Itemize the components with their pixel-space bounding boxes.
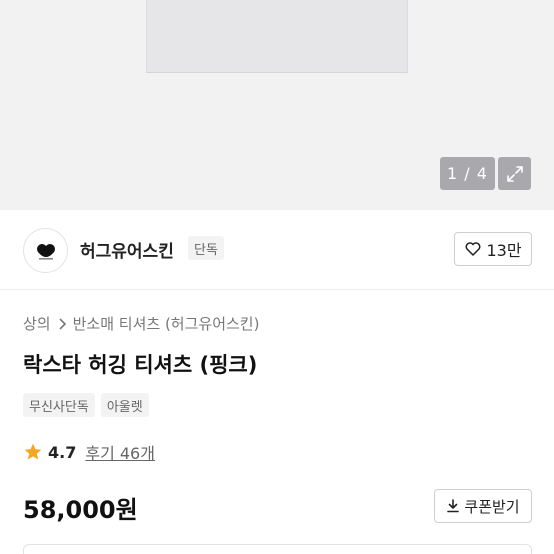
rating-summary: 4.7 후기 46개 — [23, 440, 155, 464]
expand-button[interactable] — [498, 157, 531, 190]
product-tags: 무신사단독 아울렛 — [23, 393, 149, 417]
brand-logo[interactable] — [23, 228, 68, 273]
tag-musinsa-exclusive: 무신사단독 — [23, 393, 95, 417]
brand-row: 허그유어스킨 단독 13만 — [0, 210, 554, 290]
tag-outlet: 아울렛 — [100, 393, 149, 417]
brand-exclusive-badge: 단독 — [188, 236, 224, 260]
heart-outline-icon — [465, 242, 481, 256]
chevron-right-icon — [59, 317, 66, 330]
rating-value: 4.7 — [48, 442, 77, 462]
like-count: 13만 — [486, 241, 522, 260]
product-image — [146, 0, 408, 73]
coupon-button[interactable]: 쿠폰받기 — [434, 489, 532, 523]
product-image-gallery[interactable]: 1 / 4 — [0, 0, 554, 210]
next-section-box — [23, 544, 532, 554]
brand-name[interactable]: 허그유어스킨 — [80, 237, 174, 262]
image-pager: 1 / 4 — [440, 157, 495, 190]
expand-icon — [506, 165, 523, 182]
product-title: 락스타 허깅 티셔츠 (핑크) — [23, 353, 258, 377]
review-count-link[interactable]: 후기 46개 — [85, 440, 155, 464]
download-icon — [447, 499, 460, 513]
product-price: 58,000원 — [23, 496, 138, 524]
breadcrumb-root[interactable]: 상의 — [23, 313, 51, 334]
coupon-label: 쿠폰받기 — [464, 497, 520, 516]
breadcrumb: 상의 반소매 티셔츠 (허그유어스킨) — [23, 313, 259, 334]
breadcrumb-current[interactable]: 반소매 티셔츠 (허그유어스킨) — [73, 313, 260, 334]
brand-logo-icon — [36, 243, 55, 260]
star-icon — [24, 443, 42, 460]
like-button[interactable]: 13만 — [454, 232, 532, 266]
